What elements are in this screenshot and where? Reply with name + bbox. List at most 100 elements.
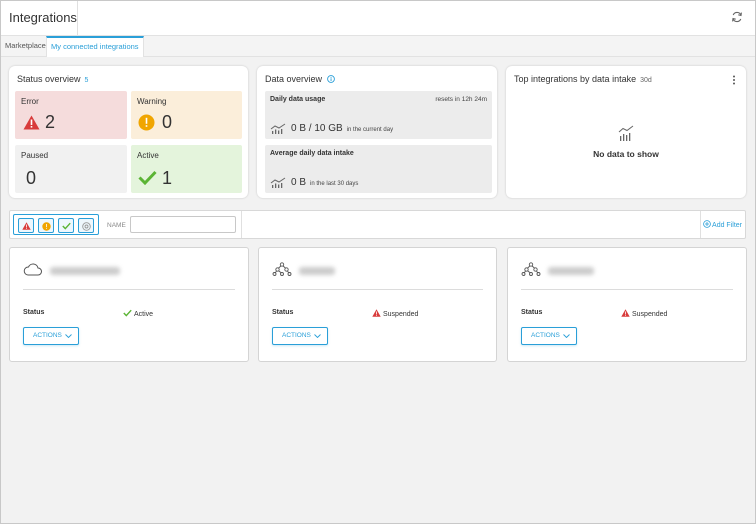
- chevron-down-icon: [65, 334, 72, 338]
- status-value: Active: [123, 309, 153, 318]
- status-value: Suspended: [372, 309, 418, 318]
- daily-usage-box: Daily data usage resets in 12h 24m 0 B /…: [265, 91, 492, 139]
- filter-paused-button[interactable]: [78, 218, 94, 233]
- integration-name-redacted: [50, 267, 120, 275]
- card-divider: [272, 289, 483, 290]
- filter-active-button[interactable]: [58, 218, 74, 233]
- status-tile-error[interactable]: Error 2: [15, 91, 127, 139]
- network-icon: [272, 262, 292, 276]
- paused-icon: [82, 221, 91, 231]
- page-header: Integrations: [1, 1, 755, 35]
- chevron-down-icon: [314, 334, 321, 338]
- status-tile-label: Paused: [21, 151, 49, 160]
- tab-marketplace[interactable]: Marketplace: [1, 36, 50, 57]
- top-integrations-title: Top integrations by data intake 30d: [514, 74, 652, 84]
- error-triangle-icon: [372, 309, 381, 317]
- network-icon: [521, 262, 541, 276]
- status-tile-value: 2: [45, 112, 56, 132]
- average-intake-value-row: 0 Bin the last 30 days: [291, 177, 358, 188]
- status-filter-group: [13, 214, 99, 235]
- average-intake-value: 0 B: [291, 177, 307, 188]
- status-value: Suspended: [621, 309, 667, 318]
- status-text: Suspended: [632, 311, 668, 318]
- filter-error-button[interactable]: [18, 218, 34, 233]
- status-overview-title: Status overview 5: [17, 74, 88, 84]
- status-label: Status: [521, 309, 543, 316]
- actions-button[interactable]: ACTIONS: [23, 327, 79, 345]
- chart-icon: [270, 177, 286, 188]
- check-icon: [138, 170, 157, 185]
- data-overview-label: Data overview: [265, 74, 323, 84]
- top-integrations-card: Top integrations by data intake 30d No da…: [506, 66, 746, 198]
- top-integrations-label: Top integrations by data intake: [514, 74, 637, 84]
- actions-button[interactable]: ACTIONS: [521, 327, 577, 345]
- daily-usage-value-row: 0 B / 10 GB in the current day: [291, 123, 393, 134]
- warning-circle-icon: [42, 221, 51, 231]
- actions-button[interactable]: ACTIONS: [272, 327, 328, 345]
- actions-label: ACTIONS: [282, 332, 311, 339]
- status-tile-label: Error: [21, 97, 39, 106]
- chart-icon: [618, 125, 634, 141]
- filter-divider: [241, 211, 242, 238]
- add-filter-label: Add Filter: [712, 222, 742, 229]
- daily-usage-reset: resets in 12h 24m: [435, 96, 487, 103]
- page-title: Integrations: [9, 10, 77, 25]
- chevron-down-icon: [563, 334, 570, 338]
- daily-usage-value: 0 B / 10 GB: [291, 123, 343, 134]
- integration-card[interactable]: Status Suspended ACTIONS: [507, 247, 747, 362]
- main-content: Status overview 5 Error 2 Warning 0 Paus…: [1, 57, 755, 523]
- filter-warning-button[interactable]: [38, 218, 54, 233]
- app-window: Integrations Marketplace My connected in…: [0, 0, 756, 524]
- warning-circle-icon: [138, 114, 155, 131]
- data-overview-title: Data overview: [265, 74, 335, 84]
- card-divider: [521, 289, 733, 290]
- title-divider: [77, 1, 78, 35]
- check-icon: [123, 309, 132, 317]
- error-triangle-icon: [22, 222, 31, 230]
- name-filter-label: NAME: [107, 222, 126, 229]
- status-label: Status: [272, 309, 294, 316]
- data-overview-card: Data overview Daily data usage resets in…: [257, 66, 497, 198]
- status-tile-label: Warning: [137, 97, 167, 106]
- daily-usage-title: Daily data usage: [270, 96, 326, 103]
- status-overview-card: Status overview 5 Error 2 Warning 0 Paus…: [9, 66, 248, 198]
- status-tile-value: 1: [162, 168, 173, 188]
- tab-bar: Marketplace My connected integrations: [1, 35, 755, 57]
- status-tile-value: 0: [26, 168, 37, 188]
- status-tile-warning[interactable]: Warning 0: [131, 91, 242, 139]
- add-circle-icon: [703, 220, 711, 228]
- status-tile-paused[interactable]: Paused 0: [15, 145, 127, 193]
- integration-card[interactable]: Status Active ACTIONS: [9, 247, 249, 362]
- error-triangle-icon: [23, 115, 40, 130]
- status-tile-label: Active: [137, 151, 159, 160]
- status-tile-active[interactable]: Active 1: [131, 145, 242, 193]
- average-intake-title: Average daily data intake: [270, 150, 354, 157]
- integration-card[interactable]: Status Suspended ACTIONS: [258, 247, 497, 362]
- name-filter-input[interactable]: [130, 216, 236, 233]
- no-data-text: No data to show: [593, 149, 659, 159]
- cloud-icon: [23, 263, 42, 276]
- daily-usage-sub: in the current day: [346, 127, 394, 133]
- info-icon[interactable]: [326, 75, 335, 83]
- integration-name-redacted: [299, 267, 335, 275]
- add-filter-button[interactable]: Add Filter: [703, 220, 742, 229]
- status-overview-count: 5: [84, 77, 89, 84]
- tab-my-connected-integrations[interactable]: My connected integrations: [46, 36, 144, 57]
- status-overview-label: Status overview: [17, 74, 81, 84]
- card-divider: [23, 289, 235, 290]
- actions-label: ACTIONS: [33, 332, 62, 339]
- status-text: Active: [134, 311, 154, 318]
- more-menu-icon[interactable]: [732, 75, 736, 85]
- average-intake-box: Average daily data intake 0 Bin the last…: [265, 145, 492, 193]
- average-intake-sub: in the last 30 days: [310, 181, 359, 187]
- chart-icon: [270, 123, 286, 134]
- status-text: Suspended: [383, 311, 419, 318]
- status-label: Status: [23, 309, 45, 316]
- check-icon: [62, 222, 71, 230]
- filter-divider: [700, 211, 701, 238]
- integration-name-redacted: [548, 267, 594, 275]
- refresh-icon[interactable]: [731, 11, 743, 23]
- filter-bar: NAME Add Filter: [9, 210, 746, 239]
- actions-label: ACTIONS: [531, 332, 560, 339]
- status-tile-value: 0: [162, 112, 173, 132]
